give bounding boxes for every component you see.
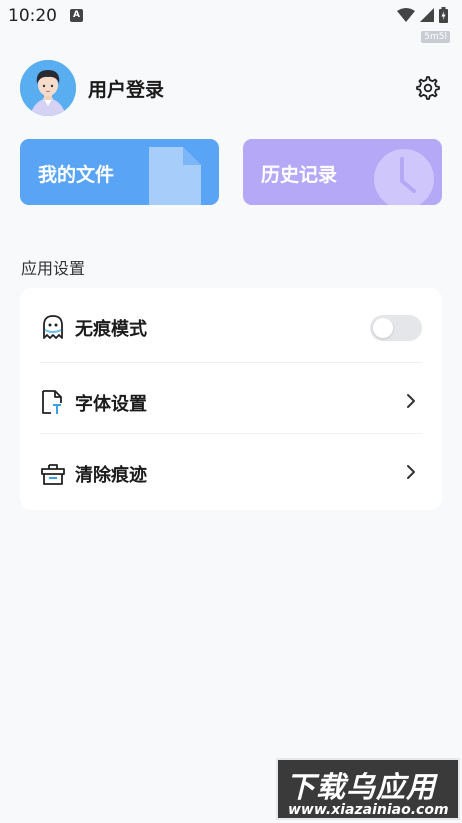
battery-icon: [439, 7, 448, 23]
gear-icon: [416, 76, 440, 100]
watermark-title: 下载乌应用: [286, 770, 437, 804]
chevron-right-icon: [407, 394, 415, 408]
my-files-card[interactable]: 我的文件: [20, 139, 219, 205]
clock-icon: [374, 149, 434, 205]
notification-icon: A: [70, 9, 83, 22]
settings-button[interactable]: [414, 74, 442, 102]
watermark-logo: 下载乌应用 www.xiazainiao.com: [276, 758, 460, 820]
status-time: 10:20: [8, 6, 57, 26]
user-login-label[interactable]: 用户登录: [88, 75, 164, 102]
app-settings-heading: 应用设置: [21, 259, 86, 278]
settings-row-incognito[interactable]: 无痕模式: [20, 288, 442, 358]
system-icons: [397, 6, 448, 24]
watermark-url: www.xiazainiao.com: [288, 802, 449, 818]
wifi-icon: [397, 8, 415, 22]
history-label: 历史记录: [261, 164, 338, 186]
incognito-mode-label: 无痕模式: [75, 319, 147, 340]
ghost-icon: [43, 315, 63, 339]
status-bar: 10:20 A 5m5l: [0, 0, 462, 43]
network-speed-badge: 5m5l: [421, 31, 450, 43]
document-icon: [149, 147, 201, 205]
cleanup-icon: [41, 464, 65, 485]
history-card[interactable]: 历史记录: [243, 139, 442, 205]
app-screen: 10:20 A 5m5l 用户登录 我的文件 历史记录 应用设置 无痕模式 字体…: [0, 0, 462, 823]
settings-row-clear-traces[interactable]: 清除痕迹: [20, 434, 442, 504]
clear-traces-label: 清除痕迹: [75, 465, 147, 486]
chevron-right-icon: [407, 465, 415, 479]
font-settings-label: 字体设置: [75, 394, 147, 415]
settings-row-font[interactable]: 字体设置: [20, 363, 442, 433]
font-file-icon: [42, 390, 62, 414]
avatar[interactable]: [20, 60, 76, 116]
signal-icon: [420, 8, 434, 22]
avatar-illustration: [20, 60, 76, 116]
my-files-label: 我的文件: [38, 164, 115, 186]
toggle-knob: [373, 318, 393, 338]
settings-panel: 无痕模式 字体设置 清除痕迹: [20, 288, 442, 510]
incognito-toggle[interactable]: [370, 315, 422, 341]
